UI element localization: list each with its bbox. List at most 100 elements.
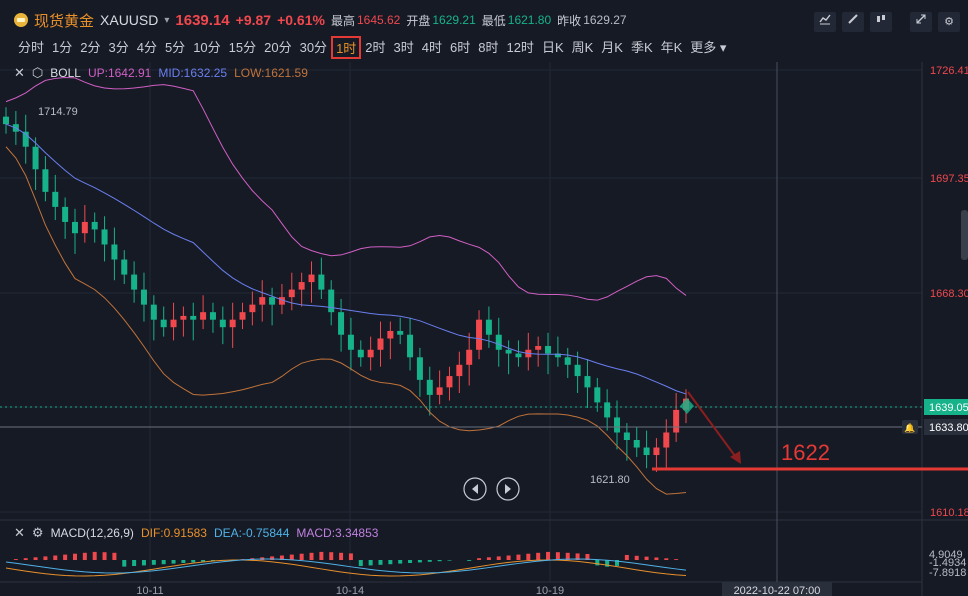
- time-axis-label: 10-19: [536, 585, 564, 596]
- candle-body: [170, 319, 177, 328]
- macd-histogram-bar: [674, 559, 679, 560]
- macd-histogram-bar: [358, 560, 363, 566]
- macd-dif-value: DIF:0.91583: [140, 526, 207, 540]
- macd-histogram-bar: [13, 559, 18, 560]
- current-price-tag: 1639.05: [929, 402, 968, 414]
- candle-body: [200, 312, 207, 320]
- macd-name: MACD(12,26,9): [50, 526, 134, 540]
- candle-body: [466, 349, 473, 365]
- candle-body: [347, 334, 354, 350]
- candle-body: [32, 146, 39, 170]
- macd-histogram-bar: [546, 551, 551, 560]
- macd-histogram-bar: [102, 552, 107, 560]
- macd-histogram-bar: [398, 560, 403, 564]
- candle-body: [426, 379, 433, 395]
- macd-histogram-bar: [496, 556, 501, 560]
- macd-histogram-bar: [664, 558, 669, 560]
- eye-icon[interactable]: ⬡: [32, 65, 43, 81]
- bell-icon: 🔔: [904, 423, 915, 433]
- candle-body: [505, 349, 512, 354]
- macd-histogram-bar: [289, 554, 294, 560]
- macd-histogram-bar: [526, 553, 531, 560]
- candle-body: [564, 357, 571, 365]
- macd-histogram-bar: [92, 551, 97, 560]
- candle-body: [594, 387, 601, 403]
- candle-body: [416, 357, 423, 380]
- price-axis-label: 1697.35: [930, 173, 968, 185]
- candle-body: [259, 297, 266, 305]
- candle-body: [52, 191, 59, 207]
- candle-body: [150, 304, 157, 320]
- macd-histogram-bar: [23, 558, 28, 560]
- macd-histogram-bar: [624, 554, 629, 560]
- chart-background: [0, 62, 968, 596]
- candle-body: [249, 304, 256, 313]
- candle-body: [535, 346, 542, 350]
- candle-body: [42, 169, 49, 192]
- macd-histogram-bar: [72, 553, 77, 560]
- macd-histogram-bar: [112, 552, 117, 560]
- candle-body: [407, 334, 414, 358]
- candle-body: [633, 440, 640, 448]
- close-icon[interactable]: ✕: [14, 65, 25, 81]
- low-marker-label: 1621.80: [590, 474, 630, 486]
- macd-histogram-bar: [122, 560, 127, 567]
- candle-body: [298, 282, 305, 290]
- candle-body: [328, 289, 335, 313]
- candle-body: [584, 376, 591, 388]
- macd-histogram-bar: [329, 552, 334, 560]
- candle-body: [131, 274, 138, 290]
- boll-up-value: UP:1642.91: [87, 66, 152, 80]
- candle-body: [495, 334, 502, 350]
- macd-dea-value: DEA:-0.75844: [213, 526, 290, 540]
- time-axis-label: 10-11: [136, 585, 163, 596]
- macd-histogram-bar: [299, 553, 304, 560]
- candle-body: [318, 274, 325, 290]
- candle-body: [485, 319, 492, 335]
- boll-name: BOLL: [50, 66, 81, 80]
- candle-body: [436, 387, 443, 395]
- candle-body: [623, 432, 630, 441]
- candle-body: [446, 376, 453, 388]
- macd-histogram-bar: [536, 552, 541, 560]
- candle-body: [574, 364, 581, 377]
- close-icon[interactable]: ✕: [14, 525, 25, 541]
- candle-body: [121, 259, 128, 275]
- macd-histogram-bar: [378, 560, 383, 565]
- candle-body: [111, 244, 118, 260]
- candle-body: [643, 447, 650, 456]
- macd-histogram-bar: [506, 555, 511, 560]
- price-axis-label: 1668.30: [930, 288, 968, 300]
- candle-body: [663, 432, 670, 448]
- candle-body: [397, 330, 404, 335]
- macd-hist-value: MACD:3.34853: [296, 526, 379, 540]
- macd-histogram-bar: [339, 552, 344, 560]
- macd-axis-label: -7.8918: [929, 567, 966, 579]
- macd-histogram-bar: [408, 560, 413, 563]
- candle-body: [62, 206, 69, 222]
- candle-body: [604, 402, 611, 418]
- macd-histogram-bar: [516, 554, 521, 560]
- candle-body: [288, 289, 295, 298]
- candle-body: [81, 221, 88, 234]
- candle-body: [91, 221, 98, 230]
- crosshair-time-tag: 2022-10-22 07:00: [734, 585, 821, 596]
- candle-body: [219, 319, 226, 328]
- candle-body: [357, 349, 364, 358]
- price-chart[interactable]: 1714.79 1621.80 1622 1726.41 1697.35 1668.30 1…: [0, 0, 968, 596]
- price-axis-label: 1726.41: [930, 65, 968, 77]
- candle-body: [614, 417, 621, 433]
- macd-histogram-bar: [151, 560, 156, 565]
- macd-histogram-bar: [437, 560, 442, 562]
- candle-body: [160, 319, 167, 328]
- candle-body: [515, 353, 522, 358]
- macd-histogram-bar: [132, 560, 137, 566]
- scrollbar-handle: [961, 210, 968, 260]
- macd-histogram-bar: [467, 560, 472, 561]
- macd-histogram-bar: [555, 552, 560, 560]
- candle-body: [140, 289, 147, 305]
- high-marker-label: 1714.79: [38, 106, 78, 118]
- gear-icon[interactable]: ⚙: [32, 525, 44, 541]
- macd-histogram-bar: [348, 553, 353, 560]
- candle-body: [377, 338, 384, 350]
